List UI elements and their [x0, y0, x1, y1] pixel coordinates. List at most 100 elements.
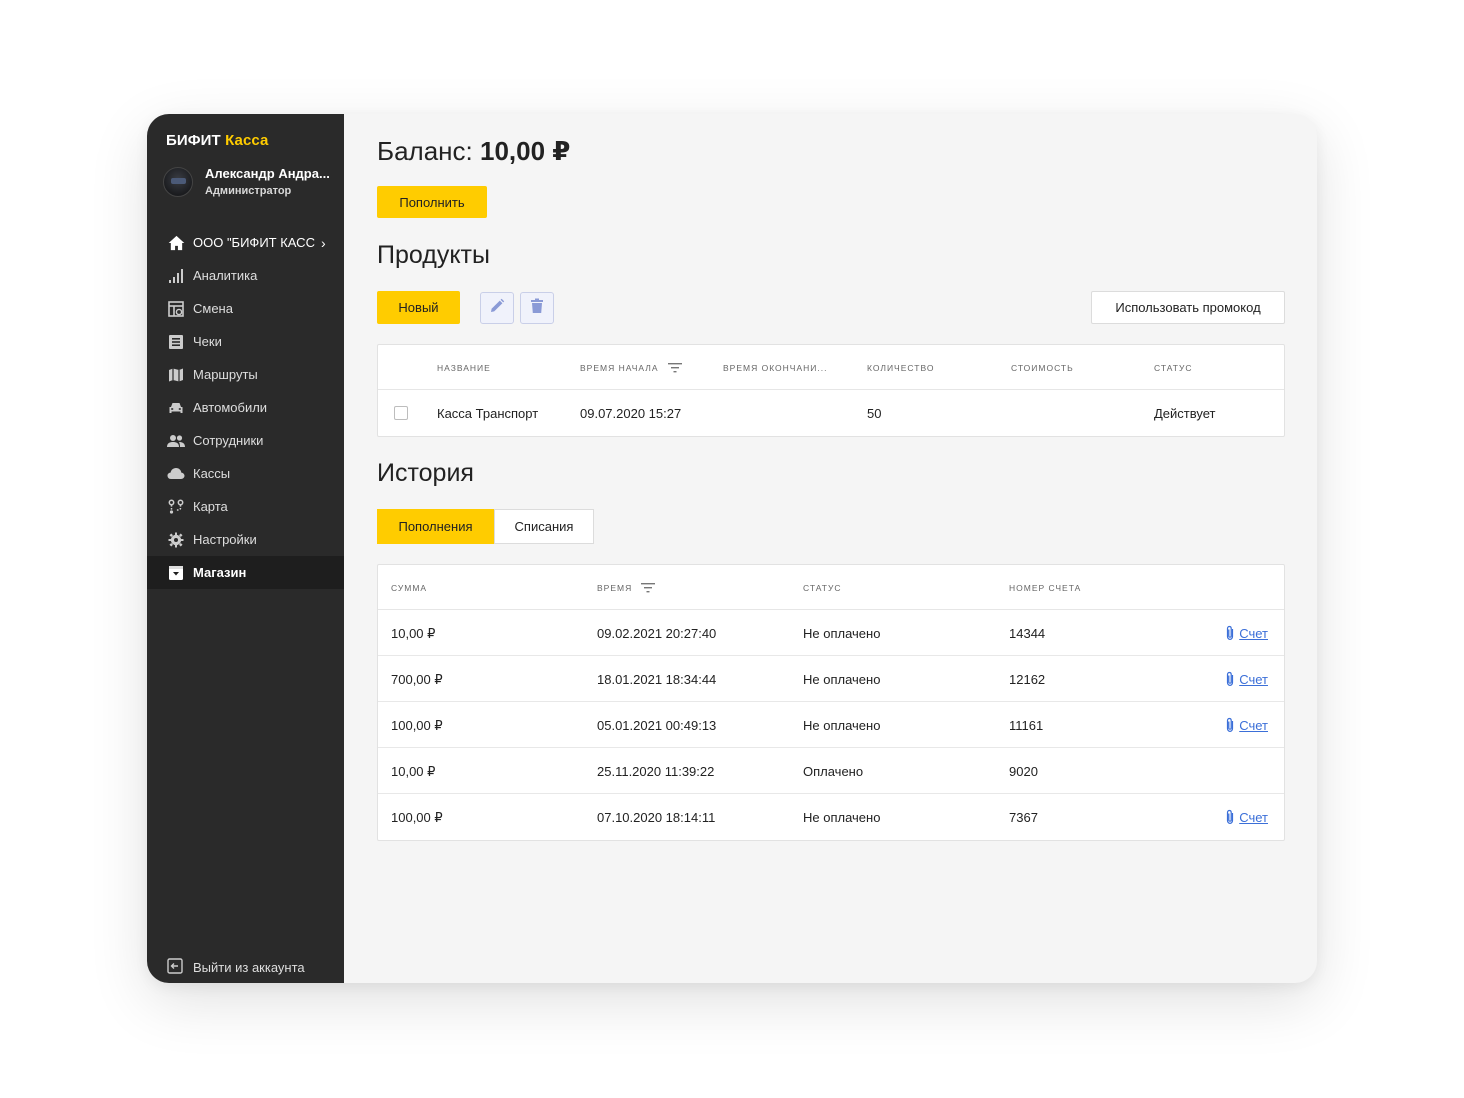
shift-icon	[167, 300, 185, 318]
filter-icon[interactable]	[667, 363, 682, 373]
sidebar-item-org[interactable]: ООО "БИФИТ КАСС ›	[147, 226, 344, 259]
map-icon	[167, 366, 185, 384]
sidebar-item-label: Аналитика	[193, 268, 258, 283]
time-cell: 07.10.2020 18:14:11	[597, 810, 716, 825]
invoice-link[interactable]: Счет	[1225, 809, 1268, 825]
time-cell: 25.11.2020 11:39:22	[597, 764, 715, 779]
amount-cell: 10,00 ₽	[391, 764, 436, 779]
status-cell: Не оплачено	[803, 810, 881, 825]
tab-writeoffs[interactable]: Списания	[494, 509, 594, 544]
receipt-icon	[167, 333, 185, 351]
tab-topups[interactable]: Пополнения	[377, 509, 494, 544]
filter-icon[interactable]	[641, 583, 656, 593]
amount-cell: 100,00 ₽	[391, 718, 443, 733]
invoice-link-label: Счет	[1239, 671, 1268, 687]
sidebar-item-label: Кассы	[193, 466, 231, 481]
main-content: Баланс: 10,00 ₽ Пополнить Продукты Новый…	[344, 114, 1317, 983]
balance-heading: Баланс: 10,00 ₽	[377, 136, 570, 167]
edit-button[interactable]	[480, 292, 514, 324]
user-profile[interactable]: Александр Андра... Администратор	[163, 166, 330, 197]
history-tabs: Пополнения Списания	[377, 509, 594, 544]
column-header-cost[interactable]: Стоимость	[1011, 363, 1074, 373]
sidebar-item-cars[interactable]: Автомобили	[147, 391, 344, 424]
column-header-quantity[interactable]: Количество	[867, 363, 934, 373]
sidebar-item-routes[interactable]: Маршруты	[147, 358, 344, 391]
column-header-label: Время	[597, 583, 633, 593]
route-icon	[167, 498, 185, 516]
topup-button[interactable]: Пополнить	[377, 186, 487, 218]
sidebar-item-receipts[interactable]: Чеки	[147, 325, 344, 358]
invoice-number-cell: 14344	[1009, 626, 1046, 641]
row-checkbox[interactable]	[394, 406, 408, 420]
table-row: 700,00 ₽ 18.01.2021 18:34:44 Не оплачено…	[378, 656, 1284, 702]
sidebar-item-store[interactable]: Магазин	[147, 556, 344, 589]
sidebar-item-label: Чеки	[193, 334, 222, 349]
amount-cell: 10,00 ₽	[391, 626, 436, 641]
table-row[interactable]: Касса Транспорт 09.07.2020 15:27 50 Дейс…	[378, 390, 1284, 436]
balance-value: 10,00 ₽	[479, 136, 571, 166]
sidebar-item-label: Маршруты	[193, 367, 258, 382]
invoice-number-cell: 11161	[1009, 718, 1044, 733]
column-header-time[interactable]: Время	[597, 583, 656, 593]
sidebar-item-analytics[interactable]: Аналитика	[147, 259, 344, 292]
paperclip-icon	[1225, 717, 1235, 733]
column-header-start[interactable]: Время начала	[580, 363, 682, 373]
product-name: Касса Транспорт	[437, 406, 539, 421]
sidebar-item-label: Сотрудники	[193, 433, 264, 448]
column-header-status[interactable]: Статус	[803, 583, 842, 593]
promo-code-button[interactable]: Использовать промокод	[1091, 291, 1285, 324]
chevron-right-icon: ›	[320, 234, 326, 251]
time-cell: 18.01.2021 18:34:44	[597, 672, 717, 687]
column-header-amount[interactable]: Сумма	[391, 583, 427, 593]
column-header-name[interactable]: Название	[437, 363, 491, 373]
invoice-link[interactable]: Счет	[1225, 671, 1268, 687]
invoice-link[interactable]: Счет	[1225, 625, 1268, 641]
gear-icon	[167, 531, 185, 549]
paperclip-icon	[1225, 809, 1235, 825]
sidebar-item-label: ООО "БИФИТ КАСС	[193, 235, 315, 250]
column-header-end[interactable]: Время окончани...	[723, 363, 827, 373]
logout-button[interactable]: Выйти из аккаунта	[167, 958, 305, 976]
table-row: 100,00 ₽ 07.10.2020 18:14:11 Не оплачено…	[378, 794, 1284, 840]
brand-accent: Касса	[225, 132, 269, 149]
paperclip-icon	[1225, 625, 1235, 641]
new-product-button[interactable]: Новый	[377, 291, 460, 324]
sidebar-item-shift[interactable]: Смена	[147, 292, 344, 325]
logout-label: Выйти из аккаунта	[193, 959, 305, 975]
store-icon	[167, 564, 185, 582]
column-header-invoice-number[interactable]: Номер счета	[1009, 583, 1081, 593]
table-row: 10,00 ₽ 25.11.2020 11:39:22 Оплачено 902…	[378, 748, 1284, 794]
amount-cell: 700,00 ₽	[391, 672, 443, 687]
products-title: Продукты	[377, 241, 490, 269]
status-cell: Не оплачено	[803, 718, 881, 733]
column-header-status[interactable]: Статус	[1154, 363, 1193, 373]
history-table: Сумма Время Статус Номер счета 10,00 ₽ 0…	[377, 564, 1285, 841]
sidebar-item-registers[interactable]: Кассы	[147, 457, 344, 490]
sidebar-nav: ООО "БИФИТ КАСС › Аналитика Смена Чеки М…	[147, 226, 344, 589]
invoice-link-label: Счет	[1239, 625, 1268, 641]
avatar	[163, 166, 193, 197]
invoice-link[interactable]: Счет	[1225, 717, 1268, 733]
product-status: Действует	[1154, 406, 1216, 421]
sidebar-item-settings[interactable]: Настройки	[147, 523, 344, 556]
app-window: БИФИТ Касса Александр Андра... Администр…	[147, 114, 1317, 983]
delete-button[interactable]	[520, 292, 554, 324]
products-table: Название Время начала Время окончани... …	[377, 344, 1285, 437]
status-cell: Не оплачено	[803, 672, 881, 687]
sidebar-item-map[interactable]: Карта	[147, 490, 344, 523]
invoice-number-cell: 9020	[1009, 764, 1038, 779]
sidebar-item-label: Магазин	[193, 565, 247, 580]
car-icon	[167, 399, 185, 417]
sidebar-item-employees[interactable]: Сотрудники	[147, 424, 344, 457]
bar-chart-icon	[167, 267, 185, 285]
sidebar-item-label: Карта	[193, 499, 228, 514]
brand-logo[interactable]: БИФИТ Касса	[166, 132, 268, 149]
table-row: 10,00 ₽ 09.02.2021 20:27:40 Не оплачено …	[378, 610, 1284, 656]
amount-cell: 100,00 ₽	[391, 810, 443, 825]
home-icon	[167, 234, 185, 252]
people-icon	[167, 432, 185, 450]
product-quantity: 50	[867, 406, 882, 421]
status-cell: Не оплачено	[803, 626, 881, 641]
trash-icon	[530, 298, 544, 319]
sidebar: БИФИТ Касса Александр Андра... Администр…	[147, 114, 344, 983]
